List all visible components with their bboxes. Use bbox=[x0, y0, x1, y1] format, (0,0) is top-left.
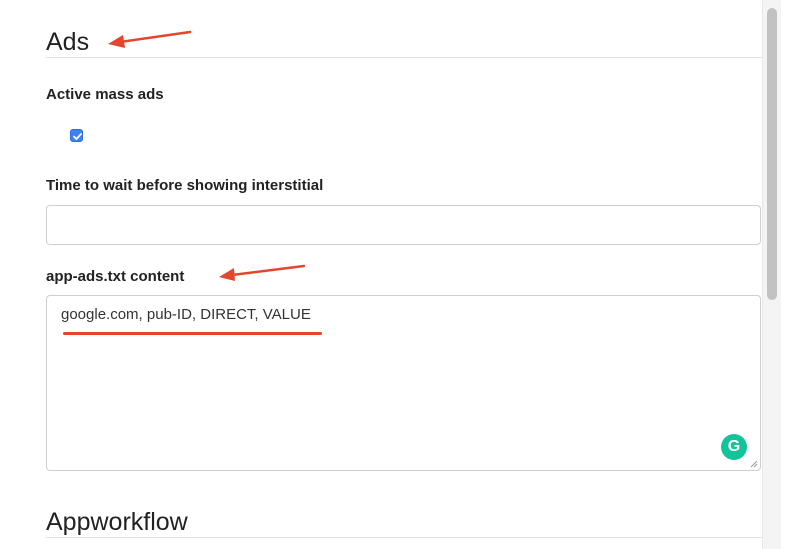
settings-panel: Ads Active mass ads Time to wait before … bbox=[0, 0, 762, 549]
interstitial-wait-label: Time to wait before showing interstitial bbox=[46, 177, 324, 194]
active-mass-ads-checkbox[interactable] bbox=[70, 129, 83, 142]
annotation-arrow bbox=[108, 30, 192, 48]
interstitial-wait-input[interactable] bbox=[46, 205, 761, 245]
section-title-ads: Ads bbox=[46, 28, 90, 56]
active-mass-ads-label: Active mass ads bbox=[46, 86, 164, 103]
checkmark-icon bbox=[73, 133, 82, 140]
resize-handle-icon[interactable] bbox=[750, 460, 758, 468]
section-divider bbox=[46, 57, 762, 58]
annotation-arrow bbox=[219, 264, 306, 281]
app-ads-txt-value: google.com, pub-ID, DIRECT, VALUE bbox=[61, 306, 311, 323]
scrollbar-thumb[interactable] bbox=[767, 8, 777, 300]
app-ads-txt-textarea[interactable]: google.com, pub-ID, DIRECT, VALUE G bbox=[46, 295, 761, 471]
grammarly-icon[interactable]: G bbox=[721, 434, 747, 460]
grammarly-letter: G bbox=[727, 438, 741, 455]
section-divider bbox=[46, 537, 762, 538]
app-ads-txt-label: app-ads.txt content bbox=[46, 268, 185, 285]
section-title-appworkflow: Appworkflow bbox=[46, 508, 188, 536]
annotation-underline bbox=[63, 332, 322, 335]
right-gutter bbox=[781, 0, 800, 549]
vertical-scrollbar[interactable] bbox=[762, 0, 781, 549]
